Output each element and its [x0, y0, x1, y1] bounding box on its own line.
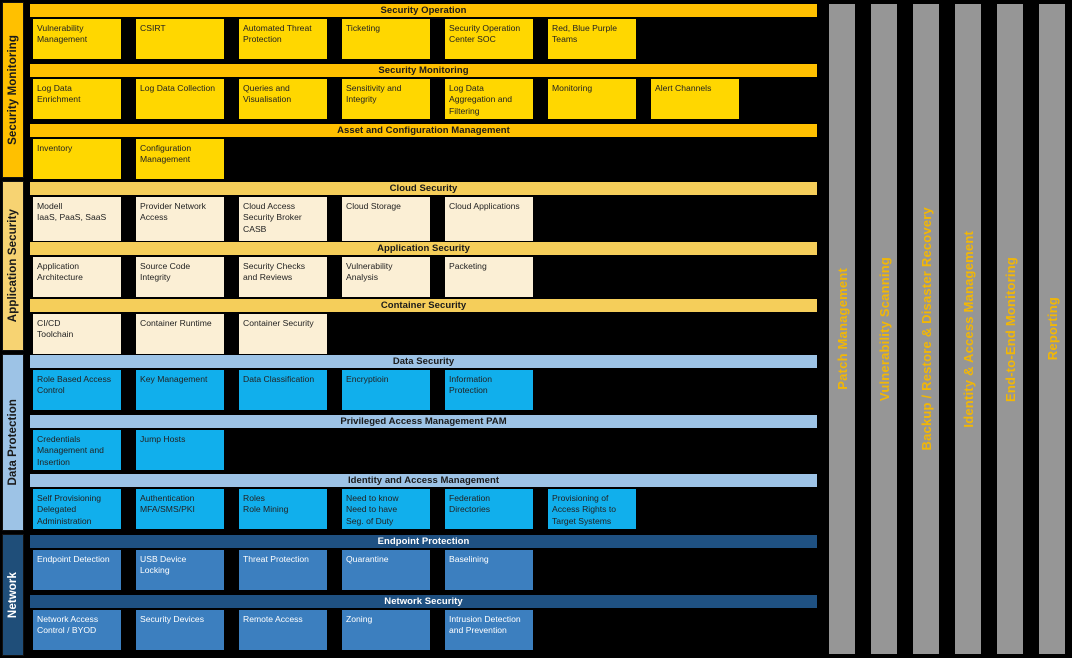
pillar-label: Vulnerability Scanning	[876, 256, 892, 402]
capability-box[interactable]: Red, Blue Purple Teams	[548, 19, 636, 59]
band-label-data-protection: Data Protection	[2, 354, 24, 531]
capability-box[interactable]: Sensitivity and Integrity	[342, 79, 430, 119]
capability-box[interactable]: Baselining	[445, 550, 533, 590]
band-label-text: Application Security	[7, 209, 19, 323]
section-header-privileged-access-management-pam: Privileged Access Management PAM	[30, 415, 817, 428]
capability-box[interactable]: Provisioning of Access Rights to Target …	[548, 489, 636, 529]
pillar-label: Identity & Access Management	[960, 230, 976, 428]
pillar-backup-restore-disaster-recovery[interactable]: Backup / Restore & Disaster Recovery	[913, 4, 939, 654]
capability-box[interactable]: Information Protection	[445, 370, 533, 410]
capability-box[interactable]: Vulnerability Management	[33, 19, 121, 59]
capability-box[interactable]: Queries and Visualisation	[239, 79, 327, 119]
capability-box[interactable]: Provider Network Access	[136, 197, 224, 241]
capability-box[interactable]: CSIRT	[136, 19, 224, 59]
capability-box[interactable]: Remote Access	[239, 610, 327, 650]
capability-box[interactable]: Log Data Collection	[136, 79, 224, 119]
capability-box[interactable]: Roles Role Mining	[239, 489, 327, 529]
section-header-security-monitoring: Security Monitoring	[30, 64, 817, 77]
band-label-text: Data Protection	[7, 399, 19, 486]
capability-box[interactable]: Alert Channels	[651, 79, 739, 119]
capability-box[interactable]: Cloud Storage	[342, 197, 430, 241]
section-header-network-security: Network Security	[30, 595, 817, 608]
section-header-data-security: Data Security	[30, 355, 817, 368]
capability-box[interactable]: Encryptioin	[342, 370, 430, 410]
band-label-application-security: Application Security	[2, 181, 24, 351]
section-header-identity-and-access-management: Identity and Access Management	[30, 474, 817, 487]
capability-box[interactable]: Network Access Control / BYOD	[33, 610, 121, 650]
capability-box[interactable]: Self Provisioning Delegated Administrati…	[33, 489, 121, 529]
pillar-identity-access-management[interactable]: Identity & Access Management	[955, 4, 981, 654]
section-header-cloud-security: Cloud Security	[30, 182, 817, 195]
section-header-asset-and-configuration-management: Asset and Configuration Management	[30, 124, 817, 137]
capability-box[interactable]: Intrusion Detection and Prevention	[445, 610, 533, 650]
capability-box[interactable]: Data Classification	[239, 370, 327, 410]
pillar-vulnerability-scanning[interactable]: Vulnerability Scanning	[871, 4, 897, 654]
band-label-text: Network	[7, 571, 19, 619]
band-label-network: Network	[2, 534, 24, 656]
pillar-label: Patch Management	[834, 268, 850, 390]
band-label-security-monitoring: Security Monitoring	[2, 2, 24, 178]
section-header-endpoint-protection: Endpoint Protection	[30, 535, 817, 548]
section-header-container-security: Container Security	[30, 299, 817, 312]
capability-box[interactable]: Security Operation Center SOC	[445, 19, 533, 59]
pillar-label: Backup / Restore & Disaster Recovery	[918, 207, 934, 451]
capability-box[interactable]: Zoning	[342, 610, 430, 650]
security-architecture-diagram: Security Monitoring Security Operation Vul…	[0, 0, 1072, 658]
pillar-label: Reporting	[1044, 297, 1060, 361]
capability-box[interactable]: Monitoring	[548, 79, 636, 119]
band-label-text: Security Monitoring	[7, 35, 19, 145]
capability-box[interactable]: Credentials Management and Insertion	[33, 430, 121, 470]
pillar-end-to-end-monitoring[interactable]: End-to-End Monitoring	[997, 4, 1023, 654]
capability-box[interactable]: Cloud Applications	[445, 197, 533, 241]
capability-box[interactable]: Role Based Access Control	[33, 370, 121, 410]
capability-box[interactable]: Federation Directories	[445, 489, 533, 529]
capability-box[interactable]: Container Security	[239, 314, 327, 354]
capability-box[interactable]: Log Data Enrichment	[33, 79, 121, 119]
capability-box[interactable]: Security Checks and Reviews	[239, 257, 327, 297]
capability-box[interactable]: Inventory	[33, 139, 121, 179]
capability-box[interactable]: Need to know Need to have Seg. of Duty	[342, 489, 430, 529]
capability-box[interactable]: Automated Threat Protection	[239, 19, 327, 59]
capability-box[interactable]: CI/CD Toolchain	[33, 314, 121, 354]
capability-box[interactable]: Packeting	[445, 257, 533, 297]
section-header-application-security: Application Security	[30, 242, 817, 255]
pillar-patch-management[interactable]: Patch Management	[829, 4, 855, 654]
capability-box[interactable]: Vulnerability Analysis	[342, 257, 430, 297]
capability-box[interactable]: Quarantine	[342, 550, 430, 590]
capability-box[interactable]: Log Data Aggregation and Filtering	[445, 79, 533, 119]
capability-box[interactable]: Configuration Management	[136, 139, 224, 179]
capability-box[interactable]: Endpoint Detection	[33, 550, 121, 590]
section-header-security-operation: Security Operation	[30, 4, 817, 17]
capability-box[interactable]: Source Code Integrity	[136, 257, 224, 297]
capability-box[interactable]: Authentication MFA/SMS/PKI	[136, 489, 224, 529]
capability-box[interactable]: Application Architecture	[33, 257, 121, 297]
pillar-label: End-to-End Monitoring	[1002, 256, 1018, 402]
capability-box[interactable]: Modell IaaS, PaaS, SaaS	[33, 197, 121, 241]
capability-box[interactable]: Key Management	[136, 370, 224, 410]
capability-box[interactable]: Jump Hosts	[136, 430, 224, 470]
capability-box[interactable]: Ticketing	[342, 19, 430, 59]
capability-box[interactable]: Security Devices	[136, 610, 224, 650]
capability-box[interactable]: Container Runtime	[136, 314, 224, 354]
capability-box[interactable]: Cloud Access Security Broker CASB	[239, 197, 327, 241]
pillar-reporting[interactable]: Reporting	[1039, 4, 1065, 654]
capability-box[interactable]: USB Device Locking	[136, 550, 224, 590]
capability-box[interactable]: Threat Protection	[239, 550, 327, 590]
